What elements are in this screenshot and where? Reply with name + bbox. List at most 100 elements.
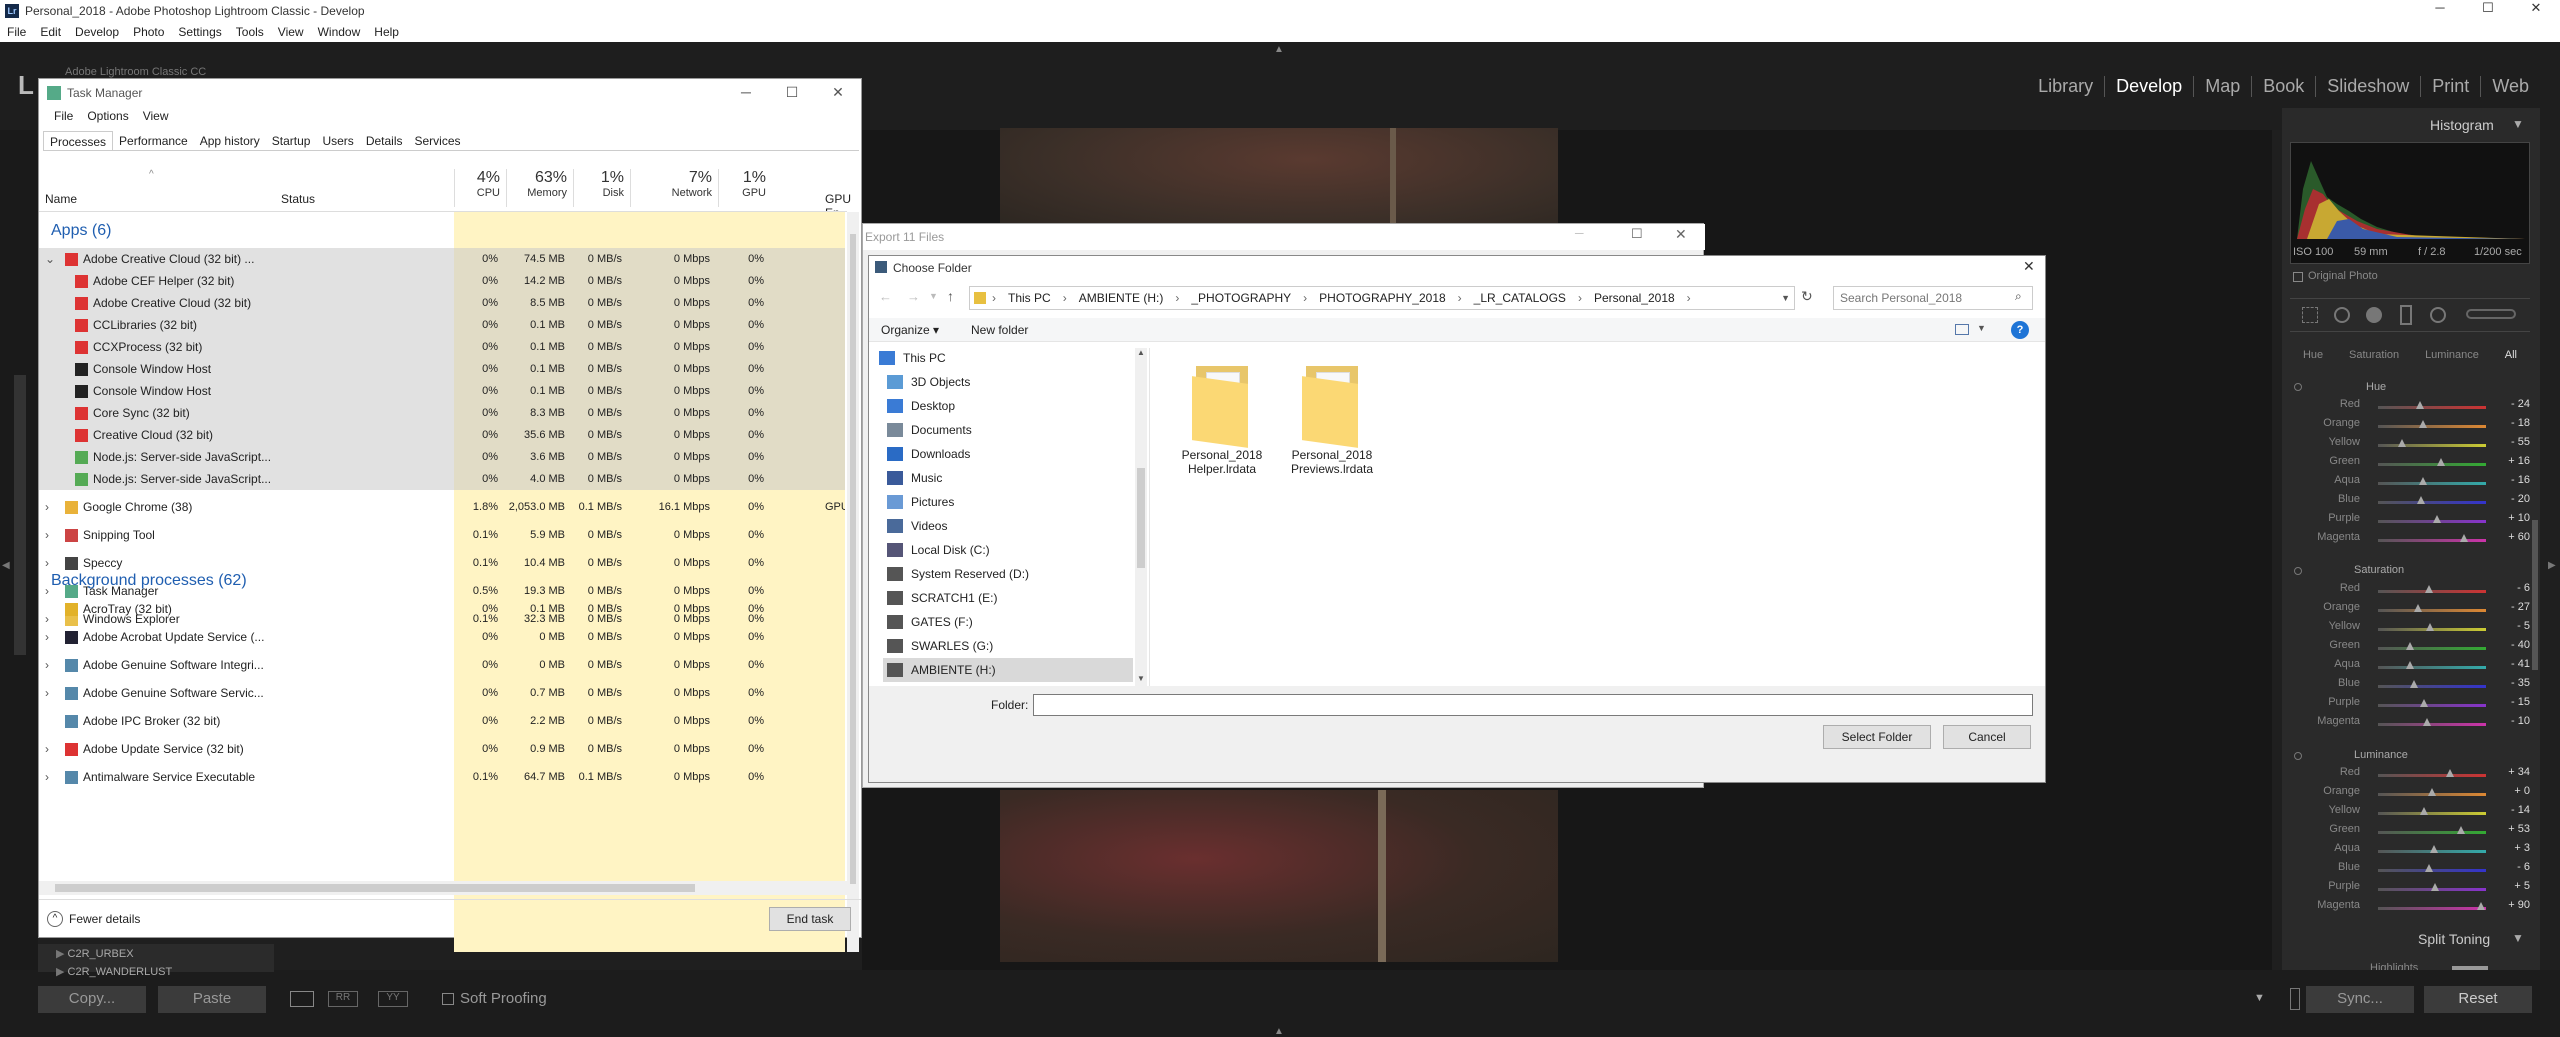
tm-tab-processes[interactable]: Processes: [43, 131, 114, 150]
slider-knob[interactable]: [2433, 515, 2442, 523]
slider-track[interactable]: [2378, 520, 2486, 523]
saturation-slider-magenta[interactable]: Magenta - 10: [2300, 715, 2530, 733]
hue-slider-purple[interactable]: Purple + 10: [2300, 512, 2530, 530]
tm-minimize-button[interactable]: ─: [723, 79, 769, 105]
process-row[interactable]: Creative Cloud (32 bit) 0% 35.6 MB 0 MB/s 0 …: [39, 424, 845, 446]
hue-slider-red[interactable]: Red - 24: [2300, 398, 2530, 416]
tm-menu-item[interactable]: File: [47, 109, 80, 123]
close-button[interactable]: ✕: [2512, 0, 2560, 16]
nav-item[interactable]: System Reserved (D:): [883, 562, 1133, 586]
nav-scrollbar[interactable]: ▲ ▼: [1135, 348, 1147, 686]
up-arrow-icon[interactable]: ↑: [947, 288, 954, 304]
col-status[interactable]: Status: [281, 192, 315, 206]
expand-icon[interactable]: ›: [45, 738, 49, 760]
new-folder-button[interactable]: New folder: [971, 323, 1028, 337]
search-icon[interactable]: ⌕: [2015, 289, 2022, 304]
expand-icon[interactable]: ›: [45, 682, 49, 704]
breadcrumb-item[interactable]: AMBIENTE (H:): [1073, 287, 1170, 309]
module-print[interactable]: Print: [2421, 76, 2482, 97]
collapse-icon[interactable]: ⌄: [45, 248, 55, 270]
tab-hue[interactable]: Hue: [2303, 344, 2323, 366]
sync-button[interactable]: Sync...: [2306, 986, 2414, 1013]
luminance-slider-blue[interactable]: Blue - 6: [2300, 861, 2530, 879]
tm-close-button[interactable]: ✕: [815, 79, 861, 105]
process-row[interactable]: Console Window Host 0% 0.1 MB 0 MB/s 0 Mbps 0…: [39, 358, 845, 380]
slider-track[interactable]: [2378, 425, 2486, 428]
tm-tab-performance[interactable]: Performance: [113, 131, 194, 150]
process-row[interactable]: › Speccy 0.1% 10.4 MB 0 MB/s 0 Mbps 0%: [39, 552, 845, 574]
hue-slider-aqua[interactable]: Aqua - 16: [2300, 474, 2530, 492]
copy-button[interactable]: Copy...: [38, 986, 146, 1013]
process-row[interactable]: Node.js: Server-side JavaScript... 0% 3.6 …: [39, 446, 845, 468]
expand-icon[interactable]: ›: [45, 654, 49, 676]
menu-item[interactable]: Settings: [171, 25, 228, 39]
search-input[interactable]: Search Personal_2018: [1833, 286, 2033, 310]
slider-knob[interactable]: [2420, 699, 2429, 707]
organize-button[interactable]: Organize ▾: [881, 323, 939, 337]
right-panel-scrollbar[interactable]: [2532, 520, 2538, 670]
saturation-slider-aqua[interactable]: Aqua - 41: [2300, 658, 2530, 676]
nav-item[interactable]: GATES (F:): [883, 610, 1133, 634]
tm-menu-item[interactable]: Options: [80, 109, 135, 123]
process-row[interactable]: › Google Chrome (38) 1.8% 2,053.0 MB 0.1 MB/…: [39, 496, 845, 518]
loupe-view-icon[interactable]: [290, 991, 314, 1007]
top-panel-toggle-icon[interactable]: ▲: [1274, 44, 1284, 55]
luminance-slider-yellow[interactable]: Yellow - 14: [2300, 804, 2530, 822]
end-task-button[interactable]: End task: [769, 907, 851, 931]
view-options-icon[interactable]: [1955, 324, 1969, 335]
toolbar-dropdown-icon[interactable]: ▼: [2254, 992, 2265, 1004]
tm-maximize-button[interactable]: ☐: [769, 79, 815, 105]
tm-tab-details[interactable]: Details: [360, 131, 409, 150]
saturation-slider-red[interactable]: Red - 6: [2300, 582, 2530, 600]
reset-button[interactable]: Reset: [2424, 986, 2532, 1013]
nav-item[interactable]: Desktop: [883, 394, 1133, 418]
background-process-row[interactable]: › Adobe Genuine Software Integri... 0% 0 MB…: [39, 654, 845, 676]
luminance-slider-orange[interactable]: Orange + 0: [2300, 785, 2530, 803]
slider-knob[interactable]: [2409, 680, 2418, 688]
process-row[interactable]: › Snipping Tool 0.1% 5.9 MB 0 MB/s 0 Mbps 0%: [39, 524, 845, 546]
recent-dropdown-icon[interactable]: ▼: [929, 291, 938, 301]
slider-track[interactable]: [2378, 444, 2486, 447]
nav-item[interactable]: Pictures: [883, 490, 1133, 514]
background-process-row[interactable]: › Adobe Update Service (32 bit) 0% 0.9 MB 0 …: [39, 738, 845, 760]
breadcrumb-item[interactable]: PHOTOGRAPHY_2018: [1313, 287, 1452, 309]
auto-sync-switch[interactable]: [2290, 988, 2300, 1010]
module-library[interactable]: Library: [2027, 76, 2106, 97]
slider-track[interactable]: [2378, 812, 2486, 815]
help-icon[interactable]: ?: [2011, 321, 2029, 339]
paste-button[interactable]: Paste: [158, 986, 266, 1013]
luminance-slider-magenta[interactable]: Magenta + 90: [2300, 899, 2530, 917]
fewer-details-link[interactable]: Fewer details: [69, 912, 140, 926]
bottom-panel-toggle-icon[interactable]: ▲: [1274, 1026, 1284, 1037]
split-toning-collapse-icon[interactable]: ▼: [2512, 931, 2524, 945]
slider-knob[interactable]: [2425, 623, 2434, 631]
tm-tab-users[interactable]: Users: [316, 131, 359, 150]
tab-all[interactable]: All: [2505, 344, 2517, 366]
slider-track[interactable]: [2378, 406, 2486, 409]
breadcrumb-item[interactable]: _LR_CATALOGS: [1468, 287, 1572, 309]
hue-slider-green[interactable]: Green + 16: [2300, 455, 2530, 473]
slider-track[interactable]: [2378, 647, 2486, 650]
export-minimize-button[interactable]: ─: [1575, 226, 1584, 240]
nav-item[interactable]: 3D Objects: [883, 370, 1133, 394]
spot-removal-icon[interactable]: [2334, 307, 2350, 323]
saturation-slider-green[interactable]: Green - 40: [2300, 639, 2530, 657]
process-row[interactable]: Console Window Host 0% 0.1 MB 0 MB/s 0 Mbps 0…: [39, 380, 845, 402]
address-bar[interactable]: › This PC › AMBIENTE (H:) › _PHOTOGRAPHY › …: [969, 286, 1795, 310]
saturation-slider-blue[interactable]: Blue - 35: [2300, 677, 2530, 695]
left-panel-scrollbar[interactable]: [14, 375, 26, 655]
slider-knob[interactable]: [2460, 534, 2469, 542]
hue-slider-magenta[interactable]: Magenta + 60: [2300, 531, 2530, 549]
slider-track[interactable]: [2378, 501, 2486, 504]
process-row[interactable]: ⌄ Adobe Creative Cloud (32 bit) ... 0% 74.5…: [39, 248, 845, 270]
graduated-filter-icon[interactable]: [2400, 305, 2412, 325]
slider-knob[interactable]: [2436, 458, 2445, 466]
slider-knob[interactable]: [2419, 420, 2428, 428]
breadcrumb-item[interactable]: This PC: [1002, 287, 1057, 309]
nav-item[interactable]: SWARLES (G:): [883, 634, 1133, 658]
slider-knob[interactable]: [2406, 661, 2415, 669]
back-arrow-icon[interactable]: ←: [879, 289, 892, 304]
module-book[interactable]: Book: [2252, 76, 2317, 97]
crop-icon[interactable]: [2302, 307, 2318, 323]
soft-proofing-checkbox[interactable]: [442, 993, 454, 1005]
